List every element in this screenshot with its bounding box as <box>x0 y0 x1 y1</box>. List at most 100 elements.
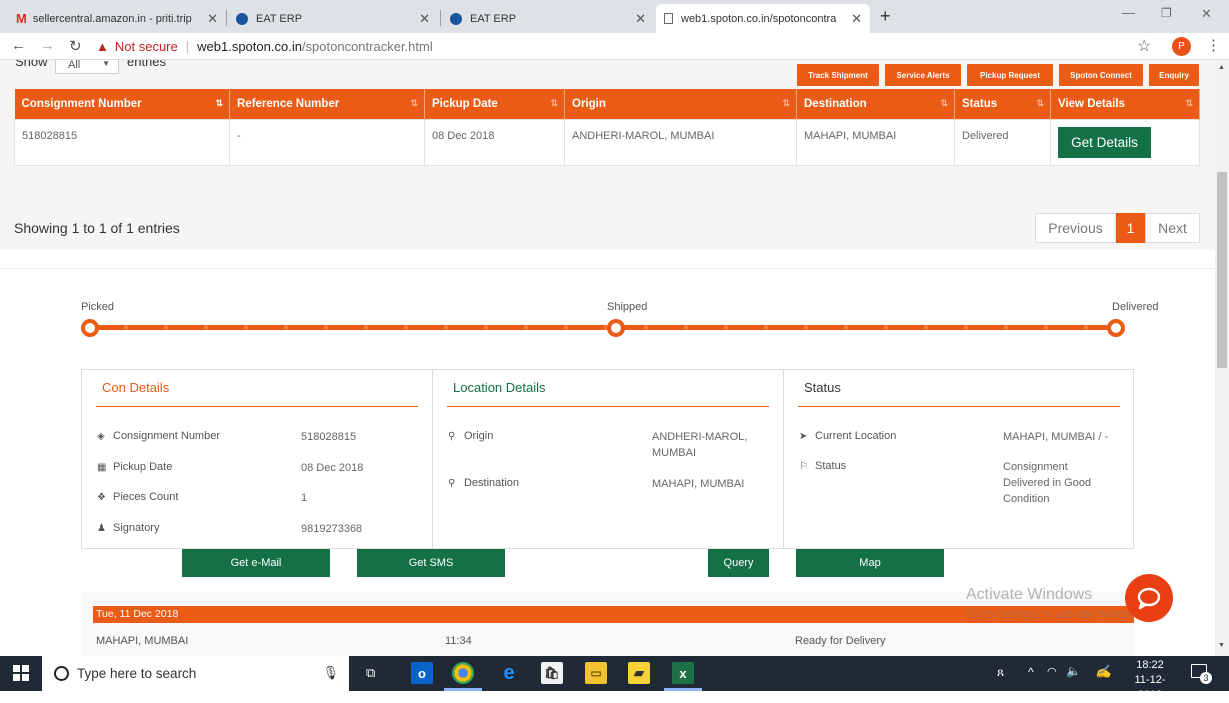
excel-icon[interactable]: x <box>672 662 694 684</box>
status-row-status: ⚐ Status <box>799 460 847 472</box>
current-page-button[interactable]: 1 <box>1116 213 1145 243</box>
new-tab-icon[interactable]: + <box>880 6 891 27</box>
entries-select[interactable]: All ▼ <box>55 60 119 74</box>
previous-page-button[interactable]: Previous <box>1035 213 1116 243</box>
timeline-event: Ready for Delivery <box>795 635 886 647</box>
browser-tab-spoton[interactable]: web1.spoton.co.in/spotoncontra ✕ <box>656 4 870 33</box>
step-dot-picked <box>81 319 99 337</box>
gmail-icon: M <box>16 11 27 26</box>
pen-icon[interactable]: ✍ <box>1095 664 1111 680</box>
menu-dots-icon[interactable]: ⋮ <box>1206 36 1221 54</box>
wifi-icon[interactable]: ◠ <box>1047 665 1057 678</box>
microphone-icon[interactable]: 🎙 <box>322 665 339 681</box>
activate-windows-title: Activate Windows <box>966 586 1093 603</box>
reload-icon[interactable]: ↻ <box>69 37 82 55</box>
browser-tab-bar: M sellercentral.amazon.in - priti.trip ✕… <box>0 0 1229 33</box>
address-bar-row: ← → ↻ ▲ Not secure | web1.spoton.co.in/s… <box>0 33 1229 60</box>
close-tab-icon[interactable]: ✕ <box>419 11 430 27</box>
flag-icon: ⚐ <box>799 461 808 472</box>
taskbar-clock[interactable]: 18:22 11-12-2018 <box>1125 658 1175 703</box>
warning-icon: ▲ <box>96 39 109 54</box>
activate-windows-subtitle: Go to Settings to activate Windows. <box>966 609 1148 621</box>
volume-icon[interactable]: 🔈 <box>1066 664 1081 678</box>
scroll-down-icon[interactable]: ▼ <box>1218 642 1225 649</box>
profile-avatar[interactable]: P <box>1172 37 1191 56</box>
cell-reference: - <box>229 118 425 166</box>
col-view-details[interactable]: View Details ⇅ <box>1050 89 1200 119</box>
page-icon <box>664 13 673 24</box>
scroll-up-icon[interactable]: ▲ <box>1218 64 1225 71</box>
cell-status: Delivered <box>954 118 1051 166</box>
table-row: 518028815 - 08 Dec 2018 ANDHERI-MAROL, M… <box>14 118 1200 166</box>
spoton-connect-button[interactable]: Spoton Connect <box>1059 64 1143 86</box>
col-destination[interactable]: Destination ⇅ <box>796 89 955 119</box>
location-details-title: Location Details <box>453 380 546 395</box>
sticky-notes-icon[interactable]: ▰ <box>628 662 650 684</box>
map-marker-icon: ⚲ <box>448 431 456 442</box>
timeline-time: 11:34 <box>445 635 472 647</box>
sort-icon: ⇅ <box>410 98 418 108</box>
minimize-icon[interactable]: — <box>1122 5 1135 20</box>
chrome-icon[interactable] <box>452 662 474 684</box>
cell-pickup-date: 08 Dec 2018 <box>424 118 565 166</box>
status-value-status: Consignment Delivered in Good Condition <box>1003 461 1092 505</box>
task-view-icon[interactable]: ⧉ <box>366 665 375 681</box>
back-icon[interactable]: ← <box>11 37 26 54</box>
location-value-destination: MAHAPI, MUMBAI <box>652 478 745 490</box>
url-field[interactable]: ▲ Not secure | web1.spoton.co.in/spotonc… <box>96 36 1162 57</box>
con-row-pickup-date: ▦ Pickup Date <box>97 461 173 473</box>
step-label-picked: Picked <box>81 301 115 313</box>
con-row-consignment: ◈ Consignment Number <box>97 430 220 442</box>
con-value-signatory: 9819273368 <box>301 523 363 535</box>
outlook-icon[interactable]: o <box>411 662 433 684</box>
location-details-column: Location Details ⚲ Origin ANDHERI-MAROL, … <box>433 370 784 548</box>
browser-tab-erp-2[interactable]: EAT ERP ✕ <box>442 4 654 33</box>
close-tab-icon[interactable]: ✕ <box>635 11 646 27</box>
page-scrollbar[interactable]: ▲ ▼ <box>1215 60 1229 656</box>
service-alerts-button[interactable]: Service Alerts <box>885 64 961 86</box>
query-button[interactable]: Query <box>708 549 769 577</box>
pickup-request-button[interactable]: Pickup Request <box>967 64 1053 86</box>
scrollbar-thumb[interactable] <box>1217 172 1227 368</box>
browser-tab-gmail[interactable]: M sellercentral.amazon.in - priti.trip ✕ <box>8 4 226 33</box>
close-tab-icon[interactable]: ✕ <box>207 11 218 27</box>
get-details-button[interactable]: Get Details <box>1058 126 1151 158</box>
cell-destination: MAHAPI, MUMBAI <box>796 118 955 166</box>
con-value-pickup-date: 08 Dec 2018 <box>301 462 364 474</box>
store-icon[interactable]: 🛍 <box>541 662 563 684</box>
close-tab-icon[interactable]: ✕ <box>851 11 862 27</box>
people-icon[interactable]: ጸ <box>997 665 1004 680</box>
taskbar-search-box[interactable]: Type here to search 🎙 <box>42 656 349 691</box>
windows-start-icon[interactable] <box>13 665 29 681</box>
chat-button[interactable] <box>1125 574 1173 622</box>
edge-icon[interactable]: e <box>498 662 520 684</box>
col-consignment-number[interactable]: Consignment Number ⇅ <box>14 89 230 119</box>
notification-icon[interactable]: 3 <box>1191 664 1212 684</box>
next-page-button[interactable]: Next <box>1145 213 1200 243</box>
location-row-destination: ⚲ Destination <box>448 477 520 489</box>
browser-tab-erp-1[interactable]: EAT ERP ✕ <box>228 4 438 33</box>
track-shipment-button[interactable]: Track Shipment <box>797 64 879 86</box>
col-origin[interactable]: Origin ⇅ <box>564 89 797 119</box>
chevron-up-icon[interactable]: ^ <box>1028 665 1034 679</box>
url-domain: web1.spoton.co.in <box>197 39 302 54</box>
col-pickup-date[interactable]: Pickup Date ⇅ <box>424 89 565 119</box>
get-email-button[interactable]: Get e-Mail <box>182 549 330 577</box>
con-details-column: Con Details ◈ Consignment Number 51802881… <box>82 370 433 548</box>
col-reference-number[interactable]: Reference Number ⇅ <box>229 89 425 119</box>
bookmark-star-icon[interactable]: ☆ <box>1137 36 1151 56</box>
window-close-icon[interactable]: ✕ <box>1201 6 1212 22</box>
status-row-current-location: ➤ Current Location <box>799 430 897 442</box>
col-status[interactable]: Status ⇅ <box>954 89 1051 119</box>
forward-icon[interactable]: → <box>40 37 55 54</box>
file-explorer-icon[interactable]: ▭ <box>585 662 607 684</box>
security-label[interactable]: Not secure <box>115 39 178 54</box>
sort-icon: ⇅ <box>782 98 790 108</box>
cube-icon: ◈ <box>97 431 105 442</box>
enquiry-button[interactable]: Enquiry <box>1149 64 1199 86</box>
step-dot-shipped <box>607 319 625 337</box>
map-button[interactable]: Map <box>796 549 944 577</box>
restore-icon[interactable]: ❐ <box>1161 6 1172 20</box>
get-sms-button[interactable]: Get SMS <box>357 549 505 577</box>
calendar-icon: ▦ <box>97 462 107 473</box>
